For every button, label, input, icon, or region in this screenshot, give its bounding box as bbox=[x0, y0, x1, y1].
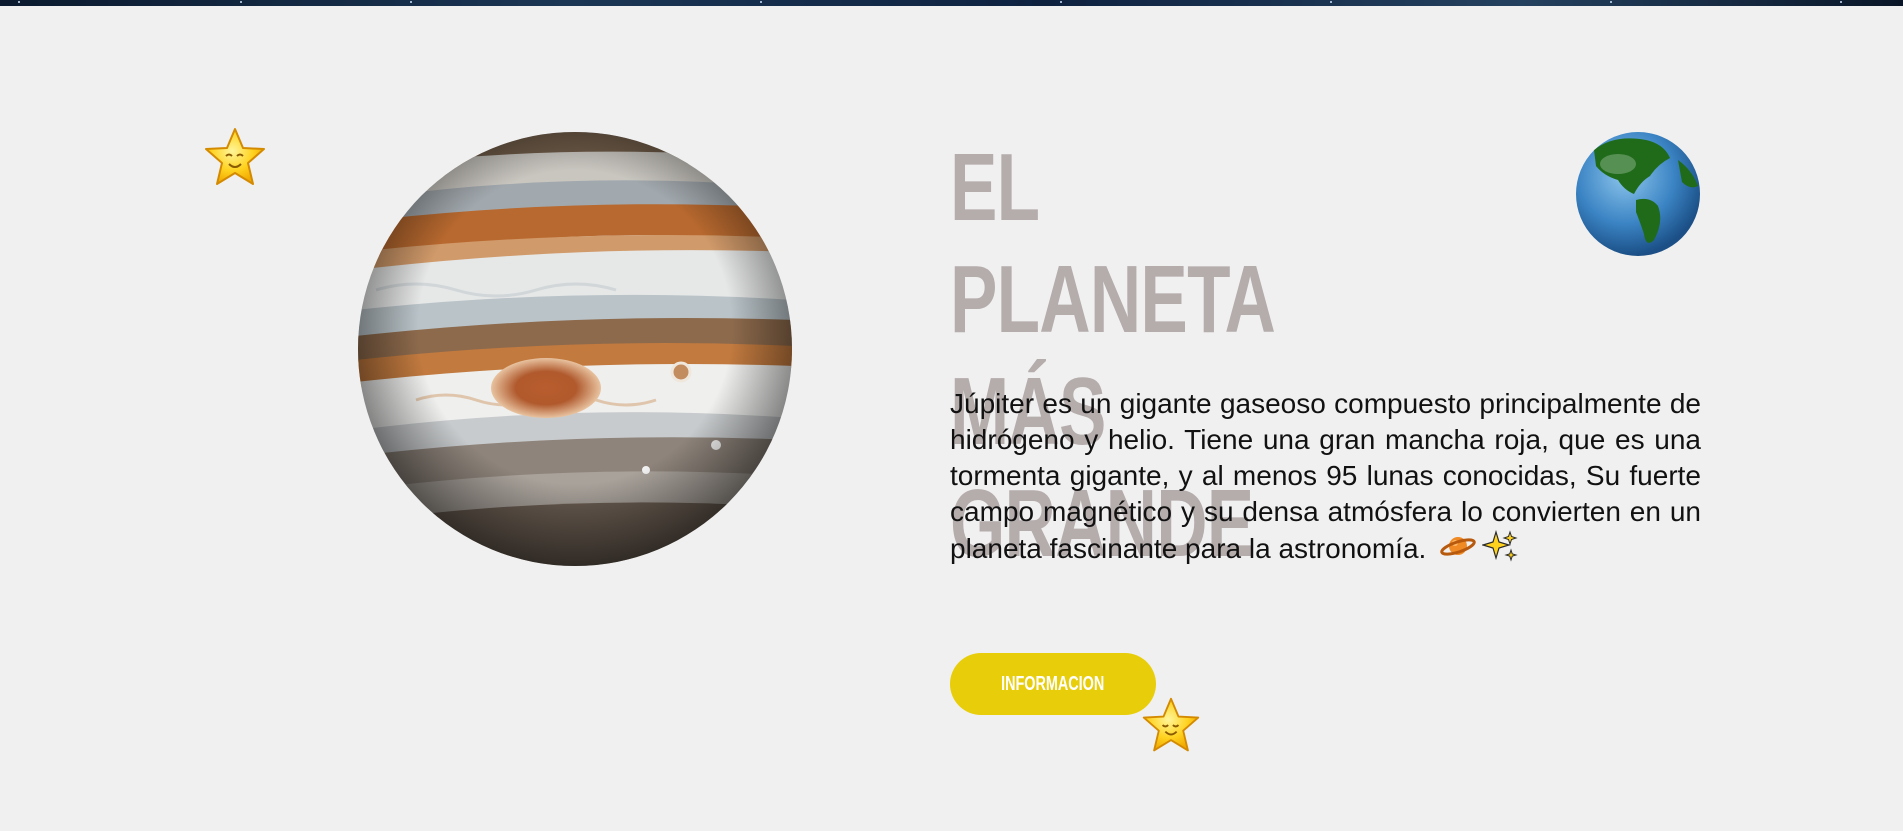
earth-globe-icon bbox=[1576, 132, 1700, 256]
description-text: Júpiter es un gigante gaseoso compuesto … bbox=[950, 388, 1701, 564]
planet-description: Júpiter es un gigante gaseoso compuesto … bbox=[950, 386, 1701, 571]
page: EL PLANETA MÁS GRANDE Júpiter es un giga… bbox=[0, 0, 1903, 831]
cartoon-star-icon bbox=[205, 128, 265, 185]
smiling-star-icon bbox=[1142, 697, 1200, 752]
informacion-button-label: INFORMACION bbox=[1001, 672, 1105, 695]
jupiter-planet-image bbox=[358, 132, 792, 566]
sparkles-icon bbox=[1481, 529, 1518, 571]
ringed-planet-icon bbox=[1440, 532, 1476, 569]
informacion-button[interactable]: INFORMACION bbox=[950, 653, 1156, 715]
starfield-header-strip bbox=[0, 0, 1903, 6]
